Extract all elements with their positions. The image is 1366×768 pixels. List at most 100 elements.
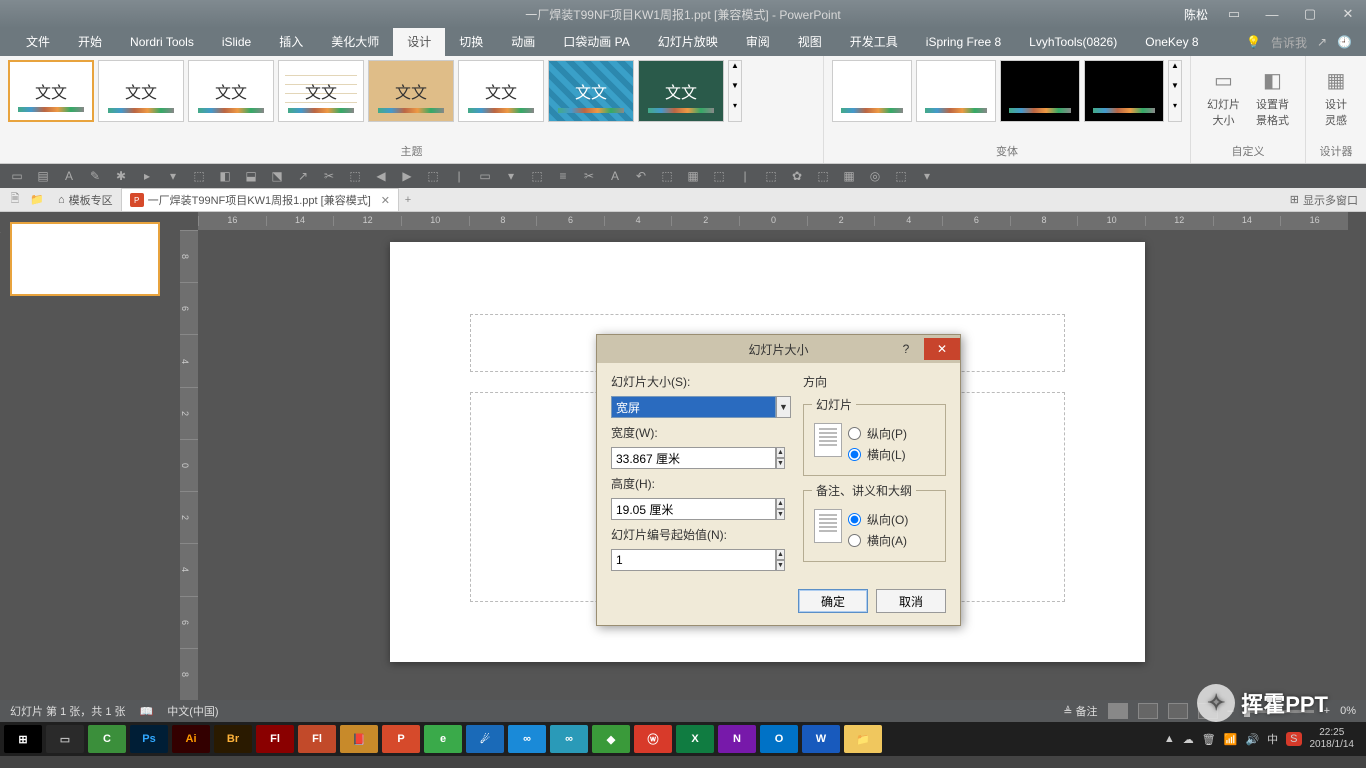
qat-icon[interactable]: ⬚ [190, 167, 208, 185]
qat-icon[interactable]: ▾ [502, 167, 520, 185]
qat-icon[interactable]: ◎ [866, 167, 884, 185]
spin-up[interactable]: ▲ [776, 447, 785, 458]
tray-icon[interactable]: ☁ [1183, 733, 1194, 746]
qat-icon[interactable]: | [450, 167, 468, 185]
spellcheck-icon[interactable]: 📖 [140, 705, 154, 718]
close-button[interactable]: ✕ [1336, 6, 1360, 22]
slide-size-select[interactable] [611, 396, 776, 418]
variant-item[interactable] [1000, 60, 1080, 122]
qat-icon[interactable]: ⬓ [242, 167, 260, 185]
notes-portrait-radio[interactable] [848, 513, 861, 526]
qat-icon[interactable]: ▸ [138, 167, 156, 185]
spin-up[interactable]: ▲ [776, 498, 785, 509]
taskbar-app[interactable]: e [424, 725, 462, 753]
theme-item[interactable]: 文文 [278, 60, 364, 122]
taskbar-app[interactable]: Br [214, 725, 252, 753]
format-background-button[interactable]: ◧设置背 景格式 [1248, 60, 1297, 134]
taskbar-app[interactable]: P [382, 725, 420, 753]
taskbar-app[interactable]: ∞ [550, 725, 588, 753]
tab-review[interactable]: 审阅 [732, 28, 784, 56]
tab-slideshow[interactable]: 幻灯片放映 [644, 28, 732, 56]
taskbar-app[interactable]: Fl [256, 725, 294, 753]
taskbar-app[interactable]: ∞ [508, 725, 546, 753]
taskbar-app[interactable]: ▭ [46, 725, 84, 753]
taskbar-app[interactable]: O [760, 725, 798, 753]
qat-icon[interactable]: ✂ [320, 167, 338, 185]
variant-item[interactable] [916, 60, 996, 122]
qat-icon[interactable]: A [606, 167, 624, 185]
tell-me[interactable]: 告诉我 [1271, 34, 1307, 51]
taskbar-app[interactable]: ◆ [592, 725, 630, 753]
qat-icon[interactable]: ⬚ [710, 167, 728, 185]
qat-icon[interactable]: ✱ [112, 167, 130, 185]
tab-animations[interactable]: 动画 [497, 28, 549, 56]
qat-icon[interactable]: ◀ [372, 167, 390, 185]
theme-item[interactable]: 文文 [458, 60, 544, 122]
sorter-view-button[interactable] [1138, 703, 1158, 719]
taskbar-app[interactable]: 📕 [340, 725, 378, 753]
tab-nordri[interactable]: Nordri Tools [116, 28, 208, 56]
ok-button[interactable]: 确定 [798, 589, 868, 613]
tab-ispring[interactable]: iSpring Free 8 [912, 28, 1015, 56]
taskbar-app[interactable]: X [676, 725, 714, 753]
qat-icon[interactable]: ✿ [788, 167, 806, 185]
tab-view[interactable]: 视图 [784, 28, 836, 56]
template-zone-tab[interactable]: ⌂模板专区 [50, 189, 121, 211]
variant-item[interactable] [1084, 60, 1164, 122]
theme-item[interactable]: 文文 [368, 60, 454, 122]
taskbar-app[interactable]: ☄ [466, 725, 504, 753]
notes-landscape-radio[interactable] [848, 534, 861, 547]
new-tab-button[interactable]: + [399, 191, 417, 209]
tray-icon[interactable]: 🗑 [1202, 733, 1216, 746]
dropdown-button[interactable]: ▼ [776, 396, 791, 418]
tab-islide[interactable]: iSlide [208, 28, 265, 56]
cancel-button[interactable]: 取消 [876, 589, 946, 613]
taskbar-app[interactable]: N [718, 725, 756, 753]
taskbar-app[interactable]: 📁 [844, 725, 882, 753]
themes-more-button[interactable]: ▲▼▾ [728, 60, 742, 122]
qat-icon[interactable]: ▭ [476, 167, 494, 185]
qat-icon[interactable]: | [736, 167, 754, 185]
language-status[interactable]: 中文(中国) [167, 703, 218, 719]
design-ideas-button[interactable]: ▦设计 灵感 [1314, 60, 1358, 134]
tab-close-icon[interactable]: ✕ [381, 194, 390, 207]
spin-down[interactable]: ▼ [776, 458, 785, 469]
theme-item[interactable]: 文文 [188, 60, 274, 122]
taskbar-clock[interactable]: 22:252018/1/14 [1310, 727, 1355, 751]
taskbar-app[interactable]: Ps [130, 725, 168, 753]
taskbar-app[interactable]: C [88, 725, 126, 753]
qat-icon[interactable]: ▭ [8, 167, 26, 185]
tab-lvyhtools[interactable]: LvyhTools(0826) [1015, 28, 1131, 56]
history-icon[interactable]: 🕘 [1337, 35, 1352, 49]
tab-insert[interactable]: 插入 [265, 28, 317, 56]
spin-up[interactable]: ▲ [776, 549, 785, 560]
qat-icon[interactable]: ▶ [398, 167, 416, 185]
variants-more-button[interactable]: ▲▼▾ [1168, 60, 1182, 122]
tab-transitions[interactable]: 切换 [445, 28, 497, 56]
taskbar-app[interactable]: Ai [172, 725, 210, 753]
slide-size-button[interactable]: ▭幻灯片 大小 [1199, 60, 1248, 134]
ribbon-options-icon[interactable]: ▭ [1222, 6, 1246, 22]
tab-onekey[interactable]: OneKey 8 [1131, 28, 1212, 56]
document-tab[interactable]: P 一厂焊装T99NF项目KW1周报1.ppt [兼容模式] ✕ [121, 188, 399, 211]
tab-beautify[interactable]: 美化大师 [317, 28, 393, 56]
qat-icon[interactable]: ▦ [840, 167, 858, 185]
slides-portrait-radio[interactable] [848, 427, 861, 440]
taskbar-app[interactable]: ⓦ [634, 725, 672, 753]
taskbar-app[interactable]: Fl [298, 725, 336, 753]
qat-icon[interactable]: ⬚ [346, 167, 364, 185]
theme-item[interactable]: 文文 [98, 60, 184, 122]
tray-icon[interactable]: 📶 [1224, 733, 1238, 746]
qat-icon[interactable]: ↗ [294, 167, 312, 185]
theme-item[interactable]: 文文 [8, 60, 94, 122]
tab-design[interactable]: 设计 [393, 28, 445, 56]
numstart-input[interactable] [611, 549, 776, 571]
qat-icon[interactable]: ▤ [34, 167, 52, 185]
qat-icon[interactable]: ⬚ [762, 167, 780, 185]
reading-view-button[interactable] [1168, 703, 1188, 719]
taskbar-app[interactable]: ⊞ [4, 725, 42, 753]
dialog-help-button[interactable]: ? [888, 338, 924, 360]
spin-down[interactable]: ▼ [776, 560, 785, 571]
qat-icon[interactable]: ✎ [86, 167, 104, 185]
taskbar-app[interactable]: W [802, 725, 840, 753]
